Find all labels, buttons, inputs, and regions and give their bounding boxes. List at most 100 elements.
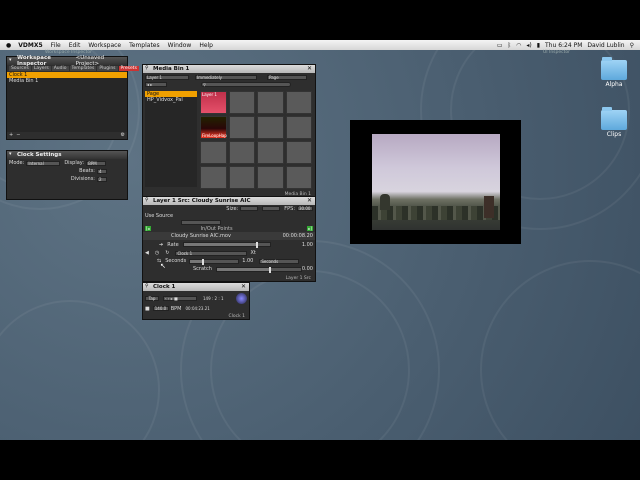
in-point-button[interactable]: [◂ bbox=[145, 226, 151, 231]
bluetooth-icon[interactable]: ᛒ bbox=[507, 42, 511, 49]
media-cell-empty[interactable] bbox=[285, 116, 312, 139]
remove-button[interactable]: − bbox=[16, 132, 20, 138]
menu-user[interactable]: David Lublin bbox=[587, 42, 624, 49]
media-cell-empty[interactable] bbox=[228, 141, 255, 164]
clock-footer: Clock 1 bbox=[228, 314, 245, 319]
clock-icon[interactable]: ◷ bbox=[155, 250, 159, 256]
media-cell-empty[interactable] bbox=[257, 166, 284, 189]
page-item-hp[interactable]: HP_Vidvox_Pal bbox=[145, 97, 197, 103]
menu-file[interactable]: File bbox=[51, 42, 61, 49]
divisions-field[interactable]: 2 bbox=[97, 176, 107, 182]
layer-source-titlebar[interactable]: ⚲ Layer 1 Src: Cloudy Sunrise AIC ✕ bbox=[143, 197, 315, 205]
media-bin-titlebar[interactable]: ⚲ Media Bin 1 ✕ bbox=[143, 65, 315, 73]
layer-select[interactable]: Layer 1 bbox=[145, 74, 189, 80]
menu-app-name[interactable]: VDMX5 bbox=[18, 42, 42, 49]
rate-value: 1.00 bbox=[301, 241, 313, 248]
list-item-media-bin-1[interactable]: Media Bin 1 bbox=[7, 78, 127, 84]
media-cell-empty[interactable] bbox=[257, 116, 284, 139]
seconds-label: Seconds bbox=[165, 258, 187, 264]
clock-titlebar[interactable]: ⚲ Clock 1 ✕ bbox=[143, 283, 249, 291]
play-icon[interactable]: ◀ bbox=[145, 250, 149, 256]
scratch-slider[interactable] bbox=[215, 266, 302, 273]
size-label: Size: bbox=[226, 205, 239, 212]
source-select[interactable] bbox=[181, 219, 221, 225]
media-cell-empty[interactable] bbox=[200, 166, 227, 189]
inout-label: In/Out Points bbox=[200, 225, 233, 232]
seconds-row: ⇆ Seconds 1.00 Seconds bbox=[143, 257, 315, 265]
rate-label: Rate bbox=[167, 241, 179, 248]
battery-icon[interactable]: ▮ bbox=[537, 42, 540, 49]
media-cell-empty[interactable] bbox=[228, 91, 255, 114]
tap-button[interactable]: Tap bbox=[145, 295, 159, 301]
media-cell-empty[interactable] bbox=[257, 91, 284, 114]
clock-select[interactable]: Clock 1 bbox=[175, 250, 248, 256]
media-cell-empty[interactable] bbox=[228, 116, 255, 139]
close-icon[interactable]: ✕ bbox=[307, 65, 312, 72]
menu-edit[interactable]: Edit bbox=[69, 42, 81, 49]
seconds-select[interactable]: Seconds bbox=[259, 258, 300, 264]
spotlight-icon[interactable]: ⚲ bbox=[630, 42, 634, 49]
screen-icon[interactable]: ▭ bbox=[497, 42, 503, 49]
mode-select[interactable]: Internal bbox=[26, 160, 61, 166]
collapse-icon[interactable]: ▾ bbox=[9, 151, 12, 157]
out-point-button[interactable]: ▸] bbox=[307, 226, 313, 231]
media-cell-empty[interactable] bbox=[200, 141, 227, 164]
menu-workspace[interactable]: Workspace bbox=[88, 42, 121, 49]
close-icon[interactable]: ✕ bbox=[241, 283, 246, 290]
scratch-label: Scratch bbox=[193, 266, 212, 272]
trigger-select[interactable]: Immediately bbox=[195, 74, 257, 80]
media-cell-empty[interactable] bbox=[285, 91, 312, 114]
media-cell-fire[interactable]: FireLoopHap bbox=[200, 116, 227, 139]
workspace-inspector-titlebar[interactable]: ▾ Workspace Inspector <Unsaved Project> bbox=[7, 55, 127, 67]
mouse-cursor-icon: ↖ bbox=[160, 262, 166, 270]
apple-icon[interactable]: ● bbox=[6, 42, 11, 49]
media-cell-empty[interactable] bbox=[257, 141, 284, 164]
refresh-icon[interactable]: ↻ bbox=[165, 250, 169, 256]
media-bin-page-buttons[interactable]: ◂ ▸ bbox=[145, 82, 167, 87]
stop-icon[interactable]: ■ bbox=[145, 306, 150, 312]
page-select[interactable]: Page bbox=[267, 74, 307, 80]
size-field[interactable] bbox=[240, 206, 259, 211]
media-bin-search-row: ◂ ▸ ⚲ bbox=[143, 81, 315, 88]
media-cell-cloudy[interactable]: Layer 1 bbox=[200, 91, 227, 114]
beats-row: Beats: 4 bbox=[7, 167, 127, 175]
menu-window[interactable]: Window bbox=[168, 42, 192, 49]
seconds-value: 1.00 bbox=[242, 258, 254, 264]
wifi-icon[interactable]: ◠ bbox=[516, 42, 521, 49]
menu-templates[interactable]: Templates bbox=[129, 42, 160, 49]
desktop-folder-alpha[interactable]: Alpha bbox=[594, 57, 634, 88]
gear-icon[interactable]: ⚙ bbox=[121, 132, 125, 138]
clock-settings-panel: ▾ Clock Settings Mode: Internal Display:… bbox=[6, 150, 128, 200]
media-bin-search[interactable]: ⚲ bbox=[201, 82, 291, 87]
rate-icon[interactable]: ➔ bbox=[159, 242, 163, 248]
menu-clock[interactable]: Thu 6:24 PM bbox=[545, 42, 582, 49]
beats-field[interactable]: 4 bbox=[97, 168, 107, 174]
close-icon[interactable]: ✕ bbox=[307, 197, 312, 204]
fps-field[interactable]: 30.00 bbox=[297, 206, 313, 211]
scratch-value: 0.00 bbox=[301, 266, 313, 272]
transport-buttons[interactable]: ‹ › ▸ ■ bbox=[163, 295, 197, 301]
menu-help[interactable]: Help bbox=[199, 42, 213, 49]
ui-inspector-window-title: UI Inspector bbox=[542, 50, 570, 55]
project-name: <Unsaved Project> bbox=[75, 55, 105, 67]
media-cell-empty[interactable] bbox=[285, 166, 312, 189]
clock-settings-titlebar[interactable]: ▾ Clock Settings bbox=[7, 151, 127, 159]
media-bin-title: Media Bin 1 bbox=[153, 66, 190, 72]
fps-label: FPS: bbox=[284, 205, 295, 212]
video-output-window[interactable] bbox=[350, 120, 521, 244]
media-cell-empty[interactable] bbox=[228, 166, 255, 189]
media-cell-empty[interactable] bbox=[285, 141, 312, 164]
desktop-folder-clips[interactable]: Clips bbox=[594, 107, 634, 138]
volume-icon[interactable]: ◂) bbox=[526, 42, 531, 49]
collapse-icon[interactable]: ▾ bbox=[9, 57, 12, 63]
search-icon: ⚲ bbox=[145, 65, 149, 71]
add-button[interactable]: + bbox=[9, 132, 13, 138]
size-height-field[interactable] bbox=[262, 206, 281, 211]
clock-panel: ⚲ Clock 1 ✕ Tap ‹ › ▸ ■ 149 : 2 : 1 ■ 14… bbox=[142, 282, 250, 320]
tempo-knob[interactable] bbox=[236, 292, 247, 304]
bpm-field[interactable]: 140.0 bbox=[152, 306, 169, 311]
seconds-slider[interactable] bbox=[189, 258, 240, 265]
rate-slider[interactable] bbox=[182, 242, 271, 248]
clock-mode-row: Mode: Internal Display: BPM bbox=[7, 159, 127, 167]
display-select[interactable]: BPM bbox=[86, 160, 107, 166]
